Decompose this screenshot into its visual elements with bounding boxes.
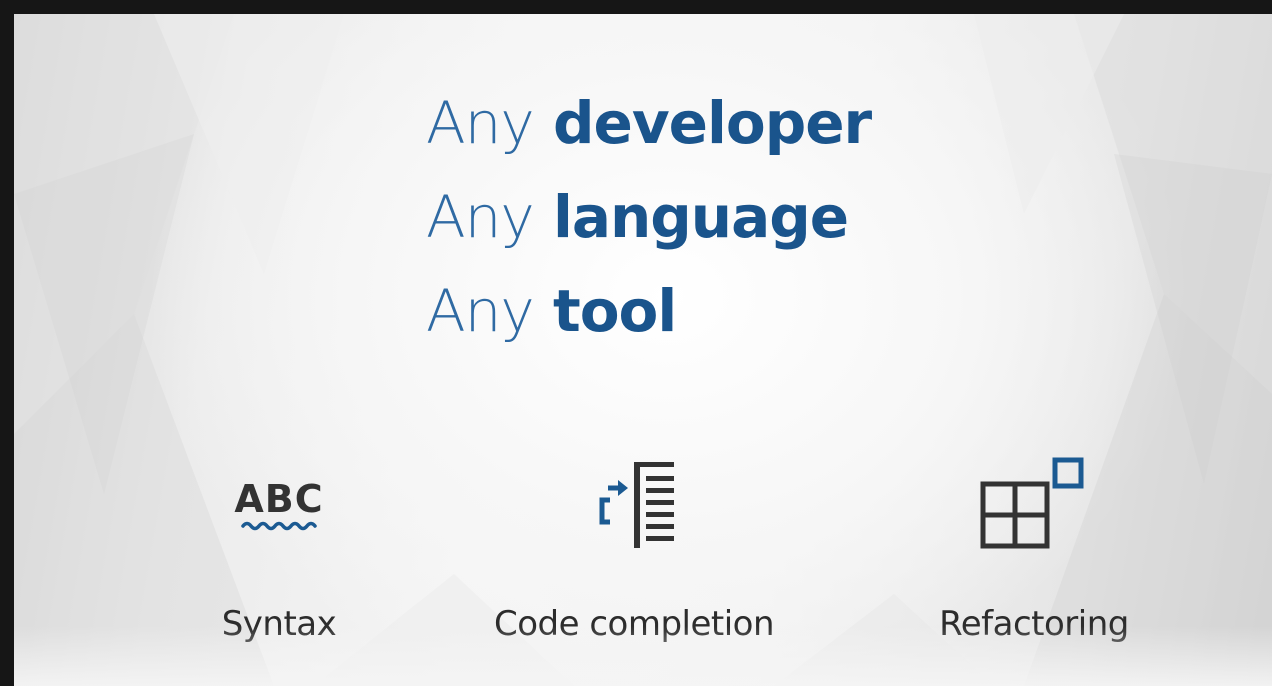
video-frame: Any developer Any language Any tool ABC … bbox=[0, 0, 1272, 686]
feature-refactoring: Refactoring bbox=[939, 454, 1129, 644]
headline-keyword: language bbox=[552, 183, 849, 251]
feature-label-refactoring: Refactoring bbox=[939, 604, 1129, 644]
feature-syntax: ABC Syntax bbox=[219, 454, 339, 644]
headline-prefix: Any bbox=[426, 89, 535, 157]
headline: Any developer Any language Any tool bbox=[426, 76, 872, 358]
feature-label-code-completion: Code completion bbox=[493, 604, 775, 644]
headline-line-tool: Any tool bbox=[426, 264, 871, 358]
headline-prefix: Any bbox=[426, 183, 535, 251]
headline-keyword: developer bbox=[552, 89, 872, 157]
feature-code-completion: Code completion bbox=[494, 454, 775, 644]
headline-line-language: Any language bbox=[426, 170, 871, 264]
headline-prefix: Any bbox=[426, 277, 535, 345]
code-completion-icon bbox=[599, 462, 674, 548]
refactoring-icon bbox=[980, 457, 1084, 549]
svg-text:ABC: ABC bbox=[234, 477, 323, 521]
presentation-slide: Any developer Any language Any tool ABC … bbox=[14, 14, 1272, 686]
abc-spellcheck-icon: ABC bbox=[234, 477, 323, 531]
headline-line-developer: Any developer bbox=[426, 76, 872, 170]
headline-keyword: tool bbox=[552, 277, 677, 345]
feature-label-syntax: Syntax bbox=[221, 604, 337, 644]
